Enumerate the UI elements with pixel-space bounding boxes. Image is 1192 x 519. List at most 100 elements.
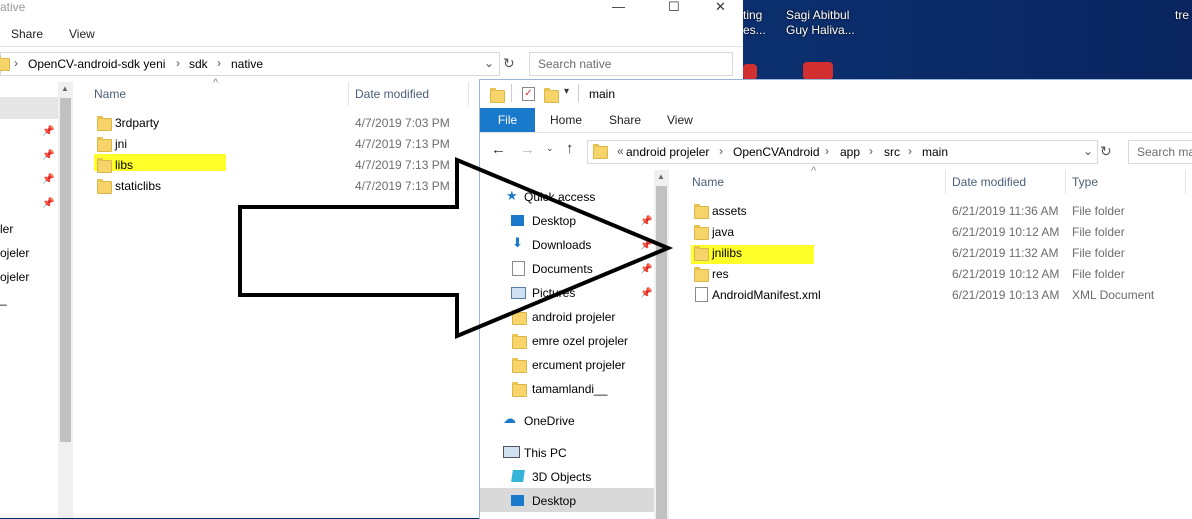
nav-quick-access[interactable]: Quick access bbox=[524, 190, 595, 204]
nav-tamamlandi[interactable]: tamamlandi__ bbox=[532, 382, 607, 396]
desktop-icon-label[interactable]: tre bbox=[1175, 8, 1189, 23]
breadcrumb-item[interactable]: sdk bbox=[189, 57, 208, 71]
nav-desktop[interactable]: Desktop bbox=[532, 214, 576, 228]
file-row-date: 4/7/2019 7:03 PM bbox=[355, 116, 450, 130]
nav-onedrive[interactable]: OneDrive bbox=[524, 414, 575, 428]
file-row-name[interactable]: java bbox=[712, 225, 734, 239]
desktop-icon-label[interactable]: ting es... bbox=[743, 8, 766, 38]
column-header-name[interactable]: Name bbox=[94, 87, 126, 101]
chevron-right-icon: › bbox=[719, 144, 723, 158]
close-button[interactable]: ✕ bbox=[715, 0, 726, 13]
breadcrumb-item[interactable]: OpenCVAndroid bbox=[733, 145, 820, 159]
chevron-down-icon[interactable]: ⌄ bbox=[484, 56, 494, 70]
scrollbar-thumb[interactable] bbox=[60, 98, 71, 442]
overflow-breadcrumb[interactable]: « bbox=[617, 144, 624, 158]
nav-item[interactable]: ler bbox=[0, 222, 13, 236]
search-input[interactable]: Search native bbox=[529, 52, 733, 76]
nav-item[interactable]: ojeler bbox=[0, 246, 29, 260]
window-title: main bbox=[589, 87, 616, 101]
refresh-icon[interactable]: ↻ bbox=[1100, 143, 1112, 160]
toolbar-divider bbox=[511, 84, 512, 102]
file-row-name[interactable]: AndroidManifest.xml bbox=[712, 288, 821, 302]
file-row-name[interactable]: jnilibs bbox=[712, 246, 742, 260]
pictures-icon bbox=[511, 287, 526, 299]
star-icon: ★ bbox=[506, 188, 518, 203]
column-header-date[interactable]: Date modified bbox=[355, 87, 429, 101]
column-header-date[interactable]: Date modified bbox=[952, 175, 1026, 189]
file-row-date: 4/7/2019 7:13 PM bbox=[355, 179, 450, 193]
nav-desktop-thispc[interactable]: Desktop bbox=[532, 494, 576, 508]
pin-icon: 📌 bbox=[42, 174, 55, 185]
quick-access-toolbar-dropdown-icon[interactable]: ▾ bbox=[564, 86, 569, 97]
nav-documents[interactable]: Documents bbox=[532, 262, 593, 276]
desktop-icon bbox=[511, 215, 524, 226]
refresh-icon[interactable]: ↻ bbox=[503, 55, 515, 72]
scrollbar-thumb[interactable] bbox=[656, 186, 667, 519]
column-divider[interactable] bbox=[468, 82, 469, 106]
nav-item[interactable]: ojeler bbox=[0, 270, 29, 284]
file-row-name[interactable]: jni bbox=[115, 137, 127, 151]
minimize-button[interactable]: — bbox=[612, 0, 625, 13]
breadcrumb-item[interactable]: native bbox=[231, 57, 263, 71]
address-bar[interactable]: › OpenCV-android-sdk yeni › sdk › native… bbox=[0, 52, 500, 76]
nav-ercument-projeler[interactable]: ercument projeler bbox=[532, 358, 625, 372]
recent-locations-chevron-icon[interactable]: ⌄ bbox=[546, 143, 554, 154]
column-divider[interactable] bbox=[1065, 170, 1066, 194]
chevron-down-icon[interactable]: ⌄ bbox=[1083, 144, 1093, 158]
file-row-name[interactable]: 3rdparty bbox=[115, 116, 159, 130]
nav-android-projeler[interactable]: android projeler bbox=[532, 310, 615, 324]
column-divider[interactable] bbox=[1185, 170, 1186, 194]
properties-icon[interactable]: ✓ bbox=[522, 87, 535, 101]
nav-3d-objects[interactable]: 3D Objects bbox=[532, 470, 591, 484]
address-bar[interactable]: « android projeler › OpenCVAndroid › app… bbox=[587, 140, 1098, 164]
tab-share[interactable]: Share bbox=[11, 27, 43, 41]
breadcrumb-item[interactable]: app bbox=[840, 145, 860, 159]
scroll-up-icon[interactable]: ▲ bbox=[61, 84, 69, 93]
tab-view[interactable]: View bbox=[69, 27, 95, 41]
column-divider[interactable] bbox=[348, 82, 349, 106]
breadcrumb-item[interactable]: src bbox=[884, 145, 900, 159]
tab-file[interactable]: File bbox=[480, 108, 535, 132]
maximize-button[interactable]: ☐ bbox=[668, 0, 680, 13]
pin-icon: 📌 bbox=[640, 216, 653, 227]
desktop-icon-label[interactable]: Sagi Abitbul Guy Haliva... bbox=[786, 8, 855, 38]
title-bar: ative — ☐ ✕ bbox=[0, 0, 743, 18]
folder-icon bbox=[97, 116, 112, 131]
breadcrumb-item[interactable]: main bbox=[922, 145, 948, 159]
folder-icon bbox=[694, 204, 709, 219]
back-arrow-icon[interactable]: ← bbox=[491, 141, 506, 158]
file-row-type: File folder bbox=[1072, 204, 1125, 218]
up-arrow-icon[interactable]: ↑ bbox=[566, 140, 574, 157]
tab-share[interactable]: Share bbox=[609, 113, 641, 127]
new-folder-icon[interactable] bbox=[544, 88, 559, 103]
nav-item[interactable]: _ bbox=[0, 292, 7, 306]
window-title: ative bbox=[0, 0, 26, 14]
scroll-up-icon[interactable]: ▲ bbox=[657, 172, 665, 181]
file-row-type: File folder bbox=[1072, 225, 1125, 239]
forward-arrow-icon[interactable]: → bbox=[520, 141, 535, 158]
desktop-icon bbox=[511, 495, 524, 506]
column-header-name[interactable]: Name bbox=[692, 175, 724, 189]
folder-icon bbox=[512, 310, 527, 325]
chevron-right-icon: › bbox=[176, 56, 180, 70]
file-row-name[interactable]: assets bbox=[712, 204, 747, 218]
breadcrumb-item[interactable]: android projeler bbox=[626, 145, 709, 159]
column-header-type[interactable]: Type bbox=[1072, 175, 1098, 189]
tab-home[interactable]: Home bbox=[550, 113, 582, 127]
nav-downloads[interactable]: Downloads bbox=[532, 238, 591, 252]
search-input[interactable]: Search ma bbox=[1128, 140, 1192, 164]
desktop-app-icon[interactable] bbox=[743, 64, 757, 80]
tab-view[interactable]: View bbox=[667, 113, 693, 127]
selected-nav-item[interactable] bbox=[0, 97, 58, 119]
file-row-name[interactable]: libs bbox=[115, 158, 133, 172]
nav-pictures[interactable]: Pictures bbox=[532, 286, 575, 300]
file-row-name[interactable]: res bbox=[712, 267, 729, 281]
desktop-app-icon[interactable] bbox=[803, 62, 833, 80]
nav-emre-ozel-projeler[interactable]: emre ozel projeler bbox=[532, 334, 628, 348]
file-row-date: 6/21/2019 11:32 AM bbox=[952, 246, 1059, 260]
nav-this-pc[interactable]: This PC bbox=[524, 446, 567, 460]
3d-objects-icon bbox=[511, 470, 525, 482]
file-row-name[interactable]: staticlibs bbox=[115, 179, 161, 193]
column-divider[interactable] bbox=[945, 170, 946, 194]
breadcrumb-item[interactable]: OpenCV-android-sdk yeni bbox=[28, 57, 165, 71]
